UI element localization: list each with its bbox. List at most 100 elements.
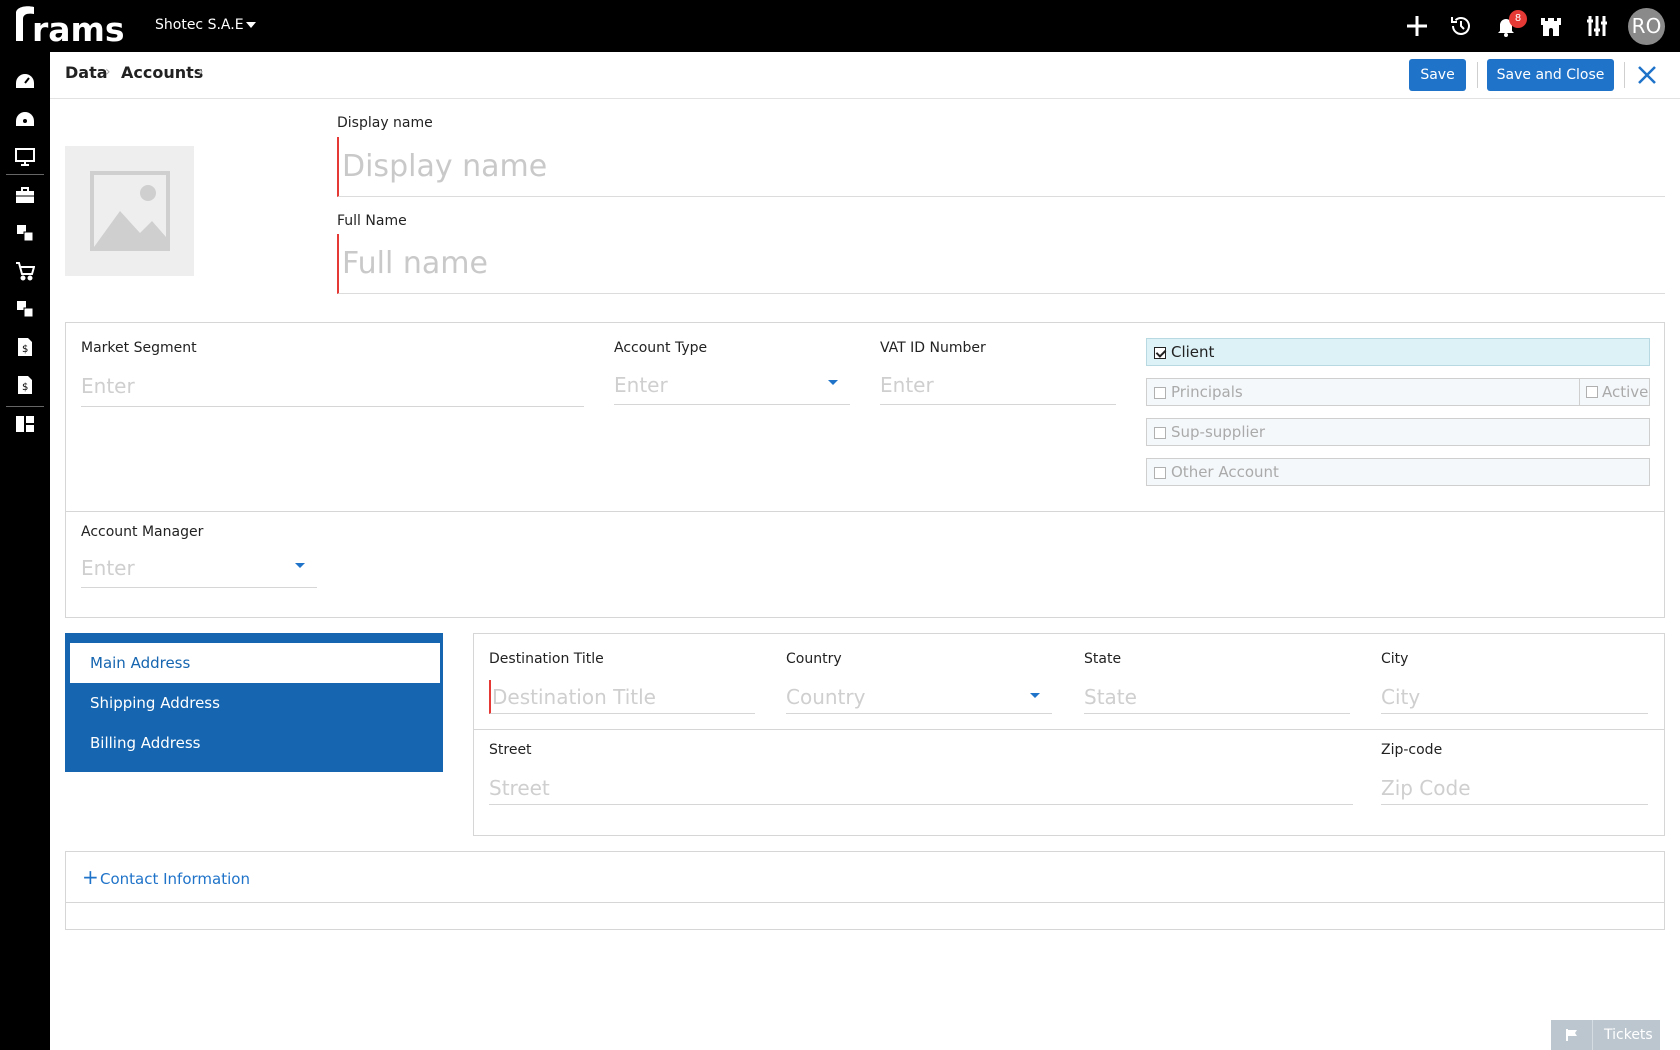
- monitor-icon[interactable]: [13, 145, 37, 169]
- country-select[interactable]: [786, 680, 1052, 714]
- client-label: Client: [1171, 343, 1215, 361]
- account-type-input[interactable]: [614, 365, 850, 404]
- active-checkbox[interactable]: [1586, 386, 1598, 398]
- tab-shipping-address[interactable]: Shipping Address: [65, 683, 443, 723]
- svg-text:$: $: [22, 382, 28, 393]
- city-field[interactable]: [1381, 680, 1648, 714]
- cart-icon[interactable]: [13, 259, 37, 283]
- account-photo-placeholder[interactable]: [65, 146, 194, 276]
- notification-badge: 8: [1509, 10, 1527, 28]
- contact-information-header[interactable]: + Contact Information: [66, 852, 1664, 903]
- save-and-close-button[interactable]: Save and Close: [1487, 59, 1614, 91]
- zip-code-input[interactable]: [1381, 771, 1648, 804]
- address-tabs: Main Address Shipping Address Billing Ad…: [65, 633, 443, 772]
- divider: [1477, 62, 1478, 88]
- divider: [1624, 62, 1625, 88]
- state-input[interactable]: [1084, 680, 1350, 713]
- contact-information-panel: + Contact Information: [65, 851, 1665, 930]
- active-checkbox-box[interactable]: Active: [1579, 379, 1649, 405]
- tab-billing-address[interactable]: Billing Address: [65, 723, 443, 763]
- chevron-down-icon[interactable]: [246, 22, 256, 28]
- display-name-input[interactable]: [339, 137, 1665, 196]
- address-panel: Destination Title Country State City Str…: [473, 633, 1665, 836]
- state-label: State: [1084, 651, 1122, 667]
- client-checkbox[interactable]: [1154, 347, 1166, 359]
- flag-icon: [1551, 1020, 1593, 1050]
- sup-supplier-label: Sup-supplier: [1171, 423, 1266, 441]
- briefcase-icon[interactable]: [13, 183, 37, 207]
- vat-id-input[interactable]: [880, 365, 1116, 404]
- city-label: City: [1381, 651, 1409, 667]
- vat-id-field[interactable]: [880, 365, 1116, 405]
- sup-supplier-checkbox[interactable]: [1154, 427, 1166, 439]
- vat-id-label: VAT ID Number: [880, 340, 986, 356]
- plus-icon[interactable]: +: [82, 865, 99, 889]
- account-manager-label: Account Manager: [81, 524, 204, 540]
- destination-title-field[interactable]: [489, 680, 755, 714]
- chevron-down-icon[interactable]: [295, 563, 305, 568]
- city-input[interactable]: [1381, 680, 1648, 713]
- data-icon[interactable]: [13, 221, 37, 245]
- account-type-label: Account Type: [614, 340, 708, 356]
- zip-code-field[interactable]: [1381, 771, 1648, 805]
- principals-checkbox[interactable]: [1154, 387, 1166, 399]
- payment-icon[interactable]: $: [13, 373, 37, 397]
- active-label: Active: [1602, 383, 1649, 401]
- close-icon[interactable]: [1635, 63, 1659, 87]
- display-name-label: Display name: [337, 115, 433, 131]
- country-input[interactable]: [786, 680, 1052, 713]
- account-details-panel: Market Segment Account Type VAT ID Numbe…: [65, 322, 1665, 618]
- user-avatar[interactable]: RO: [1628, 8, 1665, 45]
- save-button[interactable]: Save: [1409, 59, 1466, 91]
- company-selector[interactable]: Shotec S.A.E: [155, 17, 244, 33]
- dashboard-icon[interactable]: [13, 69, 37, 93]
- market-segment-field[interactable]: [81, 365, 584, 407]
- side-nav: $ $: [0, 52, 50, 1050]
- page-header: Data › Accounts › Save Save and Close: [50, 52, 1680, 99]
- chevron-down-icon[interactable]: [1030, 693, 1040, 698]
- svg-text:rams: rams: [32, 10, 125, 47]
- plus-icon[interactable]: [1403, 12, 1431, 40]
- panel-divider: [66, 511, 1664, 512]
- speedometer-icon[interactable]: [13, 107, 37, 131]
- other-account-checkbox-row[interactable]: Other Account: [1146, 458, 1650, 486]
- breadcrumb-accounts[interactable]: Accounts: [121, 63, 203, 82]
- state-field[interactable]: [1084, 680, 1350, 714]
- sliders-icon[interactable]: [1583, 12, 1611, 40]
- castle-icon[interactable]: [1537, 12, 1565, 40]
- grid-icon[interactable]: [13, 297, 37, 321]
- tab-main-address[interactable]: Main Address: [70, 643, 440, 683]
- principals-checkbox-row[interactable]: Principals Active: [1146, 378, 1650, 406]
- tickets-button[interactable]: Tickets: [1551, 1020, 1660, 1050]
- chevron-right-icon: ›: [198, 64, 204, 80]
- tickets-label: Tickets: [1604, 1027, 1653, 1043]
- sup-supplier-checkbox-row[interactable]: Sup-supplier: [1146, 418, 1650, 446]
- street-field[interactable]: [489, 771, 1353, 805]
- country-label: Country: [786, 651, 842, 667]
- breadcrumb-data[interactable]: Data: [65, 63, 108, 82]
- client-checkbox-row[interactable]: Client: [1146, 338, 1650, 366]
- other-account-checkbox[interactable]: [1154, 467, 1166, 479]
- full-name-field[interactable]: [337, 234, 1665, 294]
- market-segment-input[interactable]: [81, 365, 584, 406]
- street-input[interactable]: [489, 771, 1353, 804]
- other-account-label: Other Account: [1171, 463, 1279, 481]
- chevron-down-icon[interactable]: [828, 380, 838, 385]
- panel-divider: [474, 729, 1664, 730]
- sidebar-divider: [6, 174, 44, 175]
- module-icon[interactable]: [13, 412, 37, 436]
- market-segment-label: Market Segment: [81, 340, 197, 356]
- account-type-select[interactable]: [614, 365, 850, 405]
- destination-title-label: Destination Title: [489, 651, 604, 667]
- full-name-input[interactable]: [339, 234, 1665, 293]
- display-name-field[interactable]: [337, 137, 1665, 197]
- contact-information-toggle[interactable]: Contact Information: [100, 870, 250, 888]
- image-icon: [89, 171, 170, 251]
- rams-logo[interactable]: rams: [12, 5, 132, 47]
- account-manager-input[interactable]: [81, 548, 317, 587]
- account-manager-select[interactable]: [81, 548, 317, 588]
- destination-title-input[interactable]: [491, 680, 755, 713]
- invoice-icon[interactable]: $: [13, 335, 37, 359]
- full-name-label: Full Name: [337, 213, 407, 229]
- history-icon[interactable]: [1447, 12, 1475, 40]
